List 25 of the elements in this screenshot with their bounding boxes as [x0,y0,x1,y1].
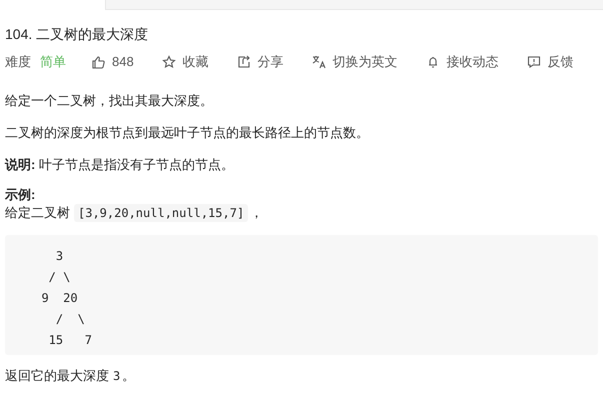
punctuation: ， [250,204,264,222]
text: 给定二叉树 [5,204,70,222]
feedback-button[interactable]: 反馈 [526,52,574,72]
problem-title: 104. 二叉树的最大深度 [5,25,148,44]
share-button[interactable]: 分享 [236,52,284,72]
translate-button[interactable]: 切换为英文 [312,52,398,72]
comment-icon [526,55,541,69]
thumbs-up-icon [91,55,105,69]
paragraph: 二叉树的深度为根节点到最远叶子节点的最长路径上的节点数。 [5,124,369,142]
like-button[interactable]: 848 [91,52,134,72]
share-icon [236,55,251,69]
difficulty-label: 难度 [5,53,31,72]
code-block: 3 / \ 9 20 / \ 15 7 [5,235,598,355]
example-heading: 示例: [5,186,36,204]
text: 返回它的最大深度 [5,367,109,385]
inline-code: [3,9,20,null,null,15,7] [74,204,248,222]
inline-code: 3 [113,368,120,385]
paragraph: 给定一个二叉树，找出其最大深度。 [5,92,213,110]
notify-button[interactable]: 接收动态 [426,52,499,72]
punctuation: 。 [122,367,136,385]
favorite-button[interactable]: 收藏 [162,52,209,72]
translate-icon [312,55,326,69]
difficulty-level: 简单 [40,53,66,72]
paragraph: 说明: 叶子节点是指没有子节点的节点。 [5,156,234,174]
star-icon [162,55,176,69]
